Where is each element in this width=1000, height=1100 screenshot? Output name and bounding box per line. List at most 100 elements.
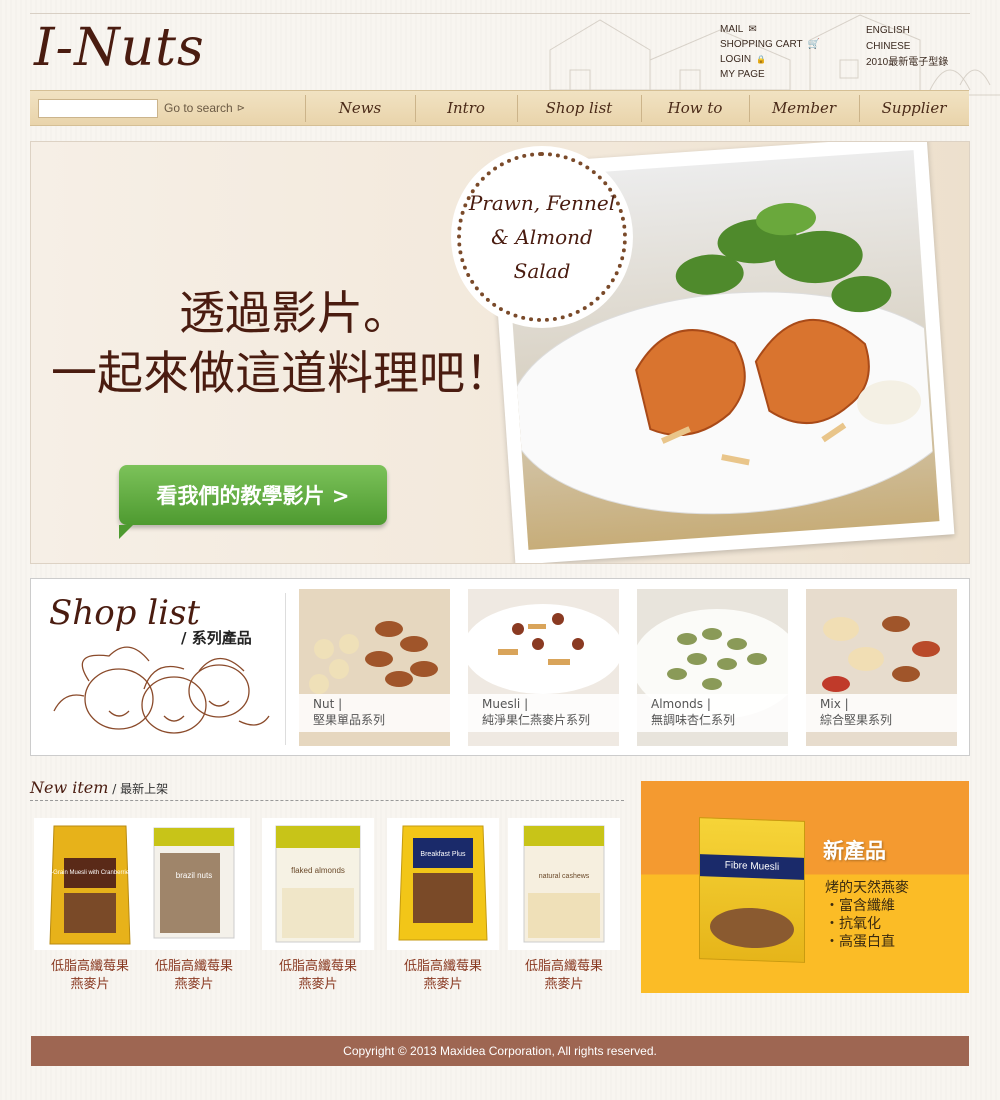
watch-video-button[interactable]: 看我們的教學影片 >: [119, 465, 387, 539]
badge-line-2: & Almond: [491, 225, 593, 249]
arrow-circle-icon: ⊳: [236, 102, 246, 114]
product-pack: natural cashews: [523, 825, 605, 943]
category-desc: 綜合堅果系列: [820, 713, 893, 727]
product-card[interactable]: 5-Grain Muesli with Cranberries 低脂高纖莓果 燕麥…: [34, 818, 146, 994]
product-caption: 低脂高纖莓果 燕麥片: [508, 958, 620, 994]
category-caption: Almonds | 無調味杏仁系列: [637, 694, 788, 732]
product-pack: flaked almonds: [275, 825, 361, 943]
login-label: LOGIN: [720, 54, 752, 65]
mail-link[interactable]: MAIL ✉: [720, 22, 820, 37]
shop-divider: [285, 593, 286, 745]
hero-banner: 透過影片。 一起來做這道料理吧！ 看我們的教學影片 > Prawn, Fenne…: [30, 141, 970, 564]
category-desc: 純淨果仁燕麥片系列: [482, 713, 591, 727]
product-image: 5-Grain Muesli with Cranberries: [34, 818, 146, 950]
category-name: Mix |: [820, 697, 849, 711]
nav-news[interactable]: News: [305, 91, 415, 125]
category-caption: Mix | 綜合堅果系列: [806, 694, 957, 732]
product-name-line-1: 低脂高纖莓果: [154, 959, 233, 974]
cart-icon: 🛒: [807, 39, 821, 50]
promo-line: 烤的天然燕麥: [825, 880, 909, 896]
new-product-promo[interactable]: Fibre Muesli 新產品 烤的天然燕麥 ・富含纖維 ・抗氧化 ・高蛋白直: [641, 781, 969, 993]
product-caption: 低脂高纖莓果 燕麥片: [34, 958, 146, 994]
promo-features: 烤的天然燕麥 ・富含纖維 ・抗氧化 ・高蛋白直: [825, 879, 909, 951]
category-caption: Muesli | 純淨果仁燕麥片系列: [468, 694, 619, 732]
category-almonds[interactable]: Almonds | 無調味杏仁系列: [637, 589, 788, 746]
product-caption: 低脂高纖莓果 燕麥片: [387, 958, 499, 994]
product-pack: brazil nuts: [153, 827, 235, 939]
product-card[interactable]: Breakfast Plus 低脂高纖莓果 燕麥片: [387, 818, 499, 994]
category-name: Nut |: [313, 697, 343, 711]
site-logo[interactable]: I-Nuts: [34, 18, 205, 78]
page: I-Nuts MAIL ✉ SHOPPING CART 🛒 LOGIN 🔒 MY PA…: [0, 0, 1000, 1100]
category-nut[interactable]: Nut | 堅果單品系列: [299, 589, 450, 746]
product-name-line-2: 燕麥片: [70, 977, 110, 992]
search-label: Go to search: [164, 101, 233, 115]
product-image: brazil nuts: [138, 818, 250, 950]
search-button[interactable]: Go to search ⊳: [164, 101, 245, 115]
promo-line: ・高蛋白直: [825, 934, 895, 950]
box-label: Fibre Muesli: [700, 854, 804, 880]
product-name-line-1: 低脂高纖莓果: [278, 959, 357, 974]
search-input[interactable]: [38, 99, 158, 118]
new-items-subtitle: / 最新上架: [108, 782, 169, 796]
product-name-line-2: 燕麥片: [423, 977, 463, 992]
product-image: natural cashews: [508, 818, 620, 950]
new-items-section: New item / 最新上架 5-Grain Muesli with Cran…: [30, 778, 624, 992]
product-pack: 5-Grain Muesli with Cranberries: [48, 825, 132, 945]
hero-headline-1: 透過影片。: [179, 286, 409, 340]
nav-intro[interactable]: Intro: [415, 91, 517, 125]
mail-icon: ✉: [748, 24, 757, 35]
lang-english[interactable]: ENGLISH: [866, 23, 948, 39]
my-page-link[interactable]: MY PAGE: [720, 67, 820, 82]
category-name: Muesli |: [482, 697, 529, 711]
category-mix[interactable]: Mix | 綜合堅果系列: [806, 589, 957, 746]
shop-list-panel: Shop list / 系列產品 Nut | 堅果單品系列 Muesli | 純淨果…: [30, 578, 970, 756]
nav-shop-list[interactable]: Shop list: [517, 91, 641, 125]
pack-label: 5-Grain Muesli with Cranberries: [48, 870, 132, 876]
category-muesli[interactable]: Muesli | 純淨果仁燕麥片系列: [468, 589, 619, 746]
product-card[interactable]: brazil nuts 低脂高纖莓果 燕麥片: [138, 818, 250, 994]
muesli-box-image: Fibre Muesli: [699, 817, 805, 963]
product-card[interactable]: natural cashews 低脂高纖莓果 燕麥片: [508, 818, 620, 994]
mail-label: MAIL: [720, 24, 744, 35]
pack-label: natural cashews: [539, 873, 590, 880]
product-name-line-2: 燕麥片: [544, 977, 584, 992]
product-image: Breakfast Plus: [387, 818, 499, 950]
nav-supplier[interactable]: Supplier: [859, 91, 969, 125]
promo-title: 新產品: [823, 839, 886, 863]
product-caption: 低脂高纖莓果 燕麥片: [262, 958, 374, 994]
category-desc: 無調味杏仁系列: [651, 713, 736, 727]
copyright-text: Copyright © 2013 Maxidea Corporation, Al…: [343, 1044, 657, 1058]
new-items-heading: New item / 最新上架: [30, 778, 624, 801]
product-name-line-2: 燕麥片: [298, 977, 338, 992]
utility-links: MAIL ✉ SHOPPING CART 🛒 LOGIN 🔒 MY PAGE: [720, 22, 820, 82]
nav-member[interactable]: Member: [749, 91, 859, 125]
pack-label: Breakfast Plus: [420, 851, 466, 858]
nav-how-to[interactable]: How to: [641, 91, 749, 125]
main-nav: Go to search ⊳ News Intro Shop list How t…: [30, 90, 969, 126]
product-caption: 低脂高纖莓果 燕麥片: [138, 958, 250, 994]
lock-icon: 🔒: [756, 55, 767, 64]
product-card[interactable]: flaked almonds 低脂高纖莓果 燕麥片: [262, 818, 374, 994]
product-name-line-1: 低脂高纖莓果: [524, 959, 603, 974]
category-name: Almonds |: [651, 697, 711, 711]
recipe-badge: Prawn, Fennel & Almond Salad: [457, 152, 627, 322]
promo-line: ・抗氧化: [825, 916, 881, 932]
shopping-cart-link[interactable]: SHOPPING CART 🛒: [720, 37, 820, 52]
product-image: flaked almonds: [262, 818, 374, 950]
login-link[interactable]: LOGIN 🔒: [720, 52, 820, 67]
lang-chinese[interactable]: CHINESE: [866, 39, 948, 55]
catalog-link[interactable]: 2010最新電子型錄: [866, 55, 948, 71]
pack-label: flaked almonds: [291, 866, 345, 875]
badge-line-1: Prawn, Fennel: [468, 191, 616, 215]
box-cereal-bowl: [710, 906, 794, 950]
new-items-title: New item: [30, 778, 109, 797]
promo-line: ・富含纖維: [825, 898, 895, 914]
cart-label: SHOPPING CART: [720, 39, 803, 50]
language-links: ENGLISH CHINESE 2010最新電子型錄: [866, 23, 948, 71]
product-name-line-2: 燕麥片: [174, 977, 214, 992]
hazelnut-sketch-icon: [53, 646, 270, 734]
product-name-line-1: 低脂高纖莓果: [50, 959, 129, 974]
badge-line-3: Salad: [513, 259, 571, 283]
category-desc: 堅果單品系列: [313, 713, 386, 727]
